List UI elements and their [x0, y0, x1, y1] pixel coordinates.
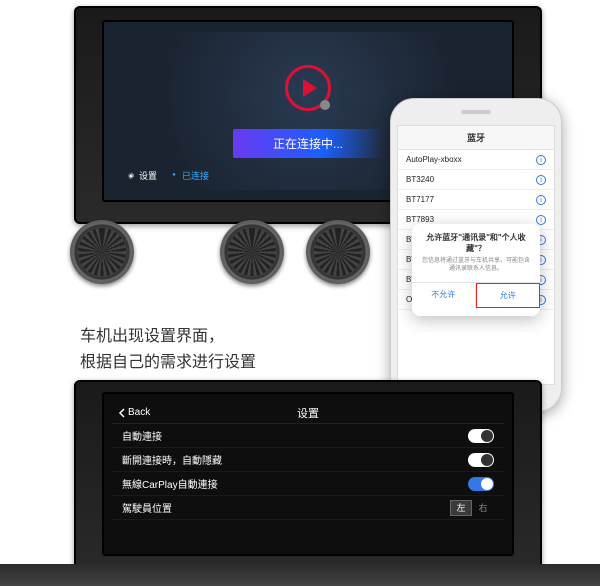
segment-left[interactable]: 左 — [450, 500, 472, 516]
air-vent — [70, 220, 134, 284]
setting-row-auto-hide: 斷開連接時，自動隱藏 — [112, 448, 504, 472]
phone-screen: 蓝牙 AutoPlay-xboxxi BT3240i BT7177i BT789… — [397, 125, 555, 385]
air-vent — [306, 220, 370, 284]
setting-row-carplay-auto: 無線CarPlay自動連接 — [112, 472, 504, 496]
row-label: 駕駛員位置 — [122, 500, 172, 515]
bt-device-row[interactable]: BT7177i — [398, 190, 554, 210]
permission-popup: 允许蓝牙"通讯录"和"个人收藏"？ 您信息将通过蓝牙与车机共享。可能包含通讯录联… — [412, 224, 540, 316]
bt-device-row[interactable]: AutoPlay-xboxxi — [398, 150, 554, 170]
row-label: 斷開連接時，自動隱藏 — [122, 452, 222, 467]
back-button[interactable]: Back — [112, 407, 150, 418]
play-icon — [285, 65, 331, 111]
driver-position-segment[interactable]: 左 右 — [450, 500, 494, 516]
popup-title: 允许蓝牙"通讯录"和"个人收藏"？ — [420, 232, 532, 254]
row-label: 無線CarPlay自動連接 — [122, 476, 218, 491]
connected-label: 已连接 — [182, 169, 209, 182]
dashboard-trim — [0, 564, 600, 586]
setting-row-driver-position: 駕駛員位置 左 右 — [112, 496, 504, 520]
caption-line-1: 车机出现设置界面， — [80, 324, 256, 350]
caption-line-2: 根据自己的需求进行设置 — [80, 350, 256, 376]
air-vent — [220, 220, 284, 284]
segment-right[interactable]: 右 — [472, 500, 494, 516]
bluetooth-title: 蓝牙 — [467, 131, 485, 144]
iphone-mockup: 蓝牙 AutoPlay-xboxxi BT3240i BT7177i BT789… — [390, 98, 562, 412]
screen-bezel: Back 设置 自動連接 斷開連接時，自動隱藏 無線CarPlay自動連接 — [102, 392, 514, 556]
bluetooth-header: 蓝牙 — [398, 126, 554, 150]
settings-label: 设置 — [139, 169, 157, 182]
allow-button[interactable]: 允许 — [476, 283, 541, 308]
connected-indicator: 已连接 — [169, 169, 209, 182]
toggle-auto-connect[interactable] — [468, 429, 494, 443]
popup-body: 您信息将通过蓝牙与车机共享。可能包含通讯录联系人信息。 — [420, 258, 532, 274]
row-label: 自動連接 — [122, 428, 162, 443]
settings-button[interactable]: 设置 — [126, 169, 157, 182]
toggle-carplay-auto[interactable] — [468, 477, 494, 491]
settings-screen: Back 设置 自動連接 斷開連接時，自動隱藏 無線CarPlay自動連接 — [112, 402, 504, 546]
settings-title: 设置 — [297, 405, 319, 421]
back-label: Back — [128, 407, 150, 418]
setting-row-auto-connect: 自動連接 — [112, 424, 504, 448]
deny-button[interactable]: 不允许 — [412, 283, 476, 308]
car-headunit-bottom: Back 设置 自動連接 斷開連接時，自動隱藏 無線CarPlay自動連接 — [74, 380, 542, 578]
toggle-auto-hide[interactable] — [468, 453, 494, 467]
connecting-status: 正在连接中... — [233, 129, 383, 158]
phone-speaker — [461, 110, 491, 114]
instruction-caption: 车机出现设置界面， 根据自己的需求进行设置 — [80, 324, 256, 375]
bt-device-row[interactable]: BT3240i — [398, 170, 554, 190]
